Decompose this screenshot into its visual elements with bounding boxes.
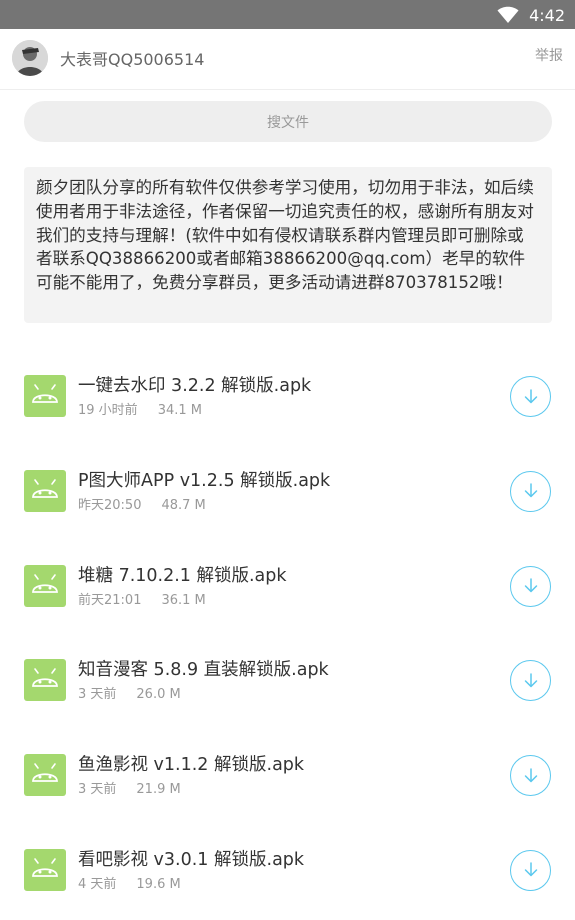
android-icon — [24, 469, 66, 512]
download-icon — [524, 862, 537, 877]
notice-box: 颜夕团队分享的所有软件仅供参考学习使用，切勿用于非法，如后续使用者用于非法途径，… — [24, 167, 552, 323]
file-time: 前天21:01 — [78, 592, 142, 608]
file-meta: 4 天前 19.6 M — [78, 873, 181, 892]
file-name[interactable]: 看吧影视 v3.0.1 解锁版.apk — [78, 846, 304, 871]
download-button[interactable] — [510, 660, 551, 702]
file-size: 21.9 M — [136, 782, 181, 798]
android-icon — [24, 659, 66, 702]
download-icon — [524, 767, 537, 782]
user-avatar[interactable] — [12, 40, 48, 76]
file-list-item[interactable]: 知音漫客 5.8.9 直装解锁版.apk 3 天前 26.0 M — [0, 632, 575, 727]
file-time: 3 天前 — [78, 687, 117, 703]
android-icon — [24, 564, 66, 607]
android-icon — [24, 754, 66, 797]
download-button[interactable] — [510, 755, 551, 797]
file-meta: 昨天20:50 48.7 M — [78, 494, 206, 513]
username[interactable]: 大表哥QQ5006514 — [60, 46, 204, 70]
file-time: 3 天前 — [78, 782, 117, 798]
notice-text: 颜夕团队分享的所有软件仅供参考学习使用，切勿用于非法，如后续使用者用于非法途径，… — [36, 178, 534, 293]
download-button[interactable] — [510, 376, 551, 417]
file-name[interactable]: 知音漫客 5.8.9 直装解锁版.apk — [78, 656, 329, 681]
file-meta: 19 小时前 34.1 M — [78, 399, 202, 418]
file-time: 19 小时前 — [78, 403, 138, 418]
file-size: 34.1 M — [157, 403, 202, 418]
file-list-item[interactable]: 看吧影视 v3.0.1 解锁版.apk 4 天前 19.6 M — [0, 822, 575, 917]
android-icon — [24, 848, 66, 891]
status-icons: 4:42 — [497, 3, 565, 27]
file-time: 4 天前 — [78, 876, 117, 892]
download-button[interactable] — [510, 849, 551, 891]
status-time: 4:42 — [529, 5, 565, 25]
download-icon — [524, 578, 537, 593]
file-time: 昨天20:50 — [78, 497, 142, 513]
file-name[interactable]: 一键去水印 3.2.2 解锁版.apk — [78, 372, 311, 397]
android-icon — [24, 375, 66, 417]
file-list-item[interactable]: 鱼渔影视 v1.1.2 解锁版.apk 3 天前 21.9 M — [0, 727, 575, 822]
wifi-icon — [497, 6, 519, 23]
header-bar: 大表哥QQ5006514 举报 — [0, 29, 575, 90]
file-list: 一键去水印 3.2.2 解锁版.apk 19 小时前 34.1 M P图大师APP v… — [0, 348, 575, 917]
file-size: 48.7 M — [161, 497, 206, 513]
file-size: 19.6 M — [136, 876, 181, 892]
file-name[interactable]: 堆糖 7.10.2.1 解锁版.apk — [78, 562, 287, 587]
download-icon — [524, 673, 537, 688]
file-meta: 3 天前 21.9 M — [78, 778, 181, 797]
download-icon — [524, 483, 537, 498]
search-bar[interactable]: 搜文件 — [24, 101, 552, 142]
file-list-item[interactable]: 堆糖 7.10.2.1 解锁版.apk 前天21:01 36.1 M — [0, 538, 575, 633]
file-list-item[interactable]: P图大师APP v1.2.5 解锁版.apk 昨天20:50 48.7 M — [0, 443, 575, 538]
status-bar: 4:42 — [0, 0, 575, 29]
file-size: 26.0 M — [136, 687, 181, 703]
file-name[interactable]: P图大师APP v1.2.5 解锁版.apk — [78, 467, 330, 492]
file-name[interactable]: 鱼渔影视 v1.1.2 解锁版.apk — [78, 751, 304, 776]
download-button[interactable] — [510, 470, 551, 512]
file-list-item[interactable]: 一键去水印 3.2.2 解锁版.apk 19 小时前 34.1 M — [0, 348, 575, 443]
file-meta: 3 天前 26.0 M — [78, 683, 181, 702]
report-link[interactable]: 举报 — [535, 45, 563, 65]
search-placeholder: 搜文件 — [267, 114, 309, 131]
download-button[interactable] — [510, 565, 551, 607]
file-size: 36.1 M — [161, 592, 206, 608]
download-icon — [524, 388, 537, 403]
file-meta: 前天21:01 36.1 M — [78, 589, 206, 608]
